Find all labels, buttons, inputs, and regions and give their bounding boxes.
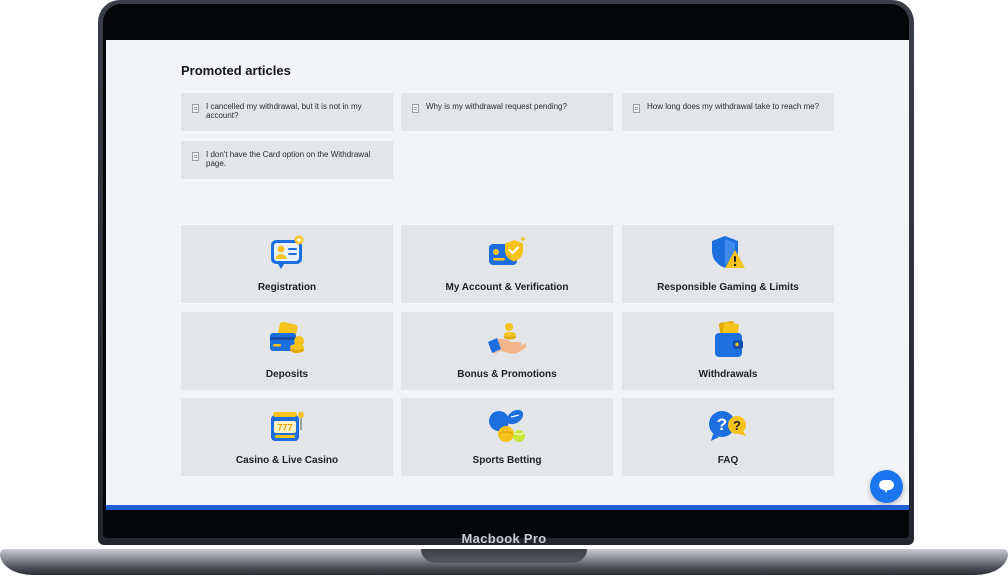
- category-bonus-promotions[interactable]: Bonus & Promotions: [401, 312, 613, 390]
- category-casino-live-casino[interactable]: 777 Casino & Live Casino: [181, 398, 393, 476]
- promoted-article-link[interactable]: I don't have the Card option on the With…: [181, 141, 393, 179]
- category-label: Registration: [257, 282, 317, 293]
- shield-warning-icon: [712, 236, 745, 268]
- slot-machine-icon: 777: [271, 412, 304, 441]
- document-icon: [633, 104, 640, 113]
- category-label: FAQ: [717, 455, 739, 466]
- category-label: Sports Betting: [472, 455, 542, 466]
- laptop-hinge-notch: [421, 549, 587, 563]
- article-title: How long does my withdrawal take to reac…: [647, 102, 820, 111]
- svg-text:?: ?: [733, 418, 741, 433]
- hand-coins-icon: [488, 323, 526, 354]
- promoted-article-link[interactable]: Why is my withdrawal request pending?: [401, 93, 613, 131]
- svg-text:?: ?: [717, 415, 727, 434]
- sports-balls-icon: [489, 409, 525, 442]
- category-label: Withdrawals: [698, 369, 758, 380]
- category-label: Casino & Live Casino: [235, 455, 339, 466]
- chat-bubble-icon: [879, 480, 894, 493]
- article-title: I don't have the Card option on the With…: [206, 150, 371, 168]
- category-withdrawals[interactable]: Withdrawals: [622, 312, 834, 390]
- promoted-article-link[interactable]: I cancelled my withdrawal, but it is not…: [181, 93, 393, 131]
- article-title: Why is my withdrawal request pending?: [426, 102, 567, 111]
- chat-button[interactable]: [870, 470, 903, 503]
- help-center-screen: Promoted articles I cancelled my withdra…: [106, 40, 909, 505]
- promoted-articles-heading: Promoted articles: [181, 63, 291, 78]
- document-icon: [412, 104, 419, 113]
- verified-card-shield-icon: [489, 236, 526, 265]
- category-label: My Account & Verification: [445, 282, 569, 293]
- article-title: I cancelled my withdrawal, but it is not…: [206, 102, 362, 120]
- svg-text:777: 777: [277, 423, 292, 433]
- category-my-account-verification[interactable]: My Account & Verification: [401, 225, 613, 303]
- category-deposits[interactable]: Deposits: [181, 312, 393, 390]
- category-label: Bonus & Promotions: [457, 369, 557, 380]
- question-bubbles-icon: ? ?: [709, 411, 746, 441]
- category-registration[interactable]: Registration: [181, 225, 393, 303]
- registration-id-card-icon: [271, 235, 304, 269]
- category-sports-betting[interactable]: Sports Betting: [401, 398, 613, 476]
- document-icon: [192, 104, 199, 113]
- card-coins-icon: [270, 321, 304, 353]
- category-label: Responsible Gaming & Limits: [657, 282, 799, 293]
- category-label: Deposits: [265, 369, 309, 380]
- category-responsible-gaming-limits[interactable]: Responsible Gaming & Limits: [622, 225, 834, 303]
- promoted-article-link[interactable]: How long does my withdrawal take to reac…: [622, 93, 834, 131]
- wallet-icon: [715, 321, 743, 357]
- document-icon: [192, 152, 199, 161]
- category-faq[interactable]: ? ? FAQ: [622, 398, 834, 476]
- bottom-accent-bar: [106, 505, 909, 510]
- device-label: Macbook Pro: [461, 531, 547, 546]
